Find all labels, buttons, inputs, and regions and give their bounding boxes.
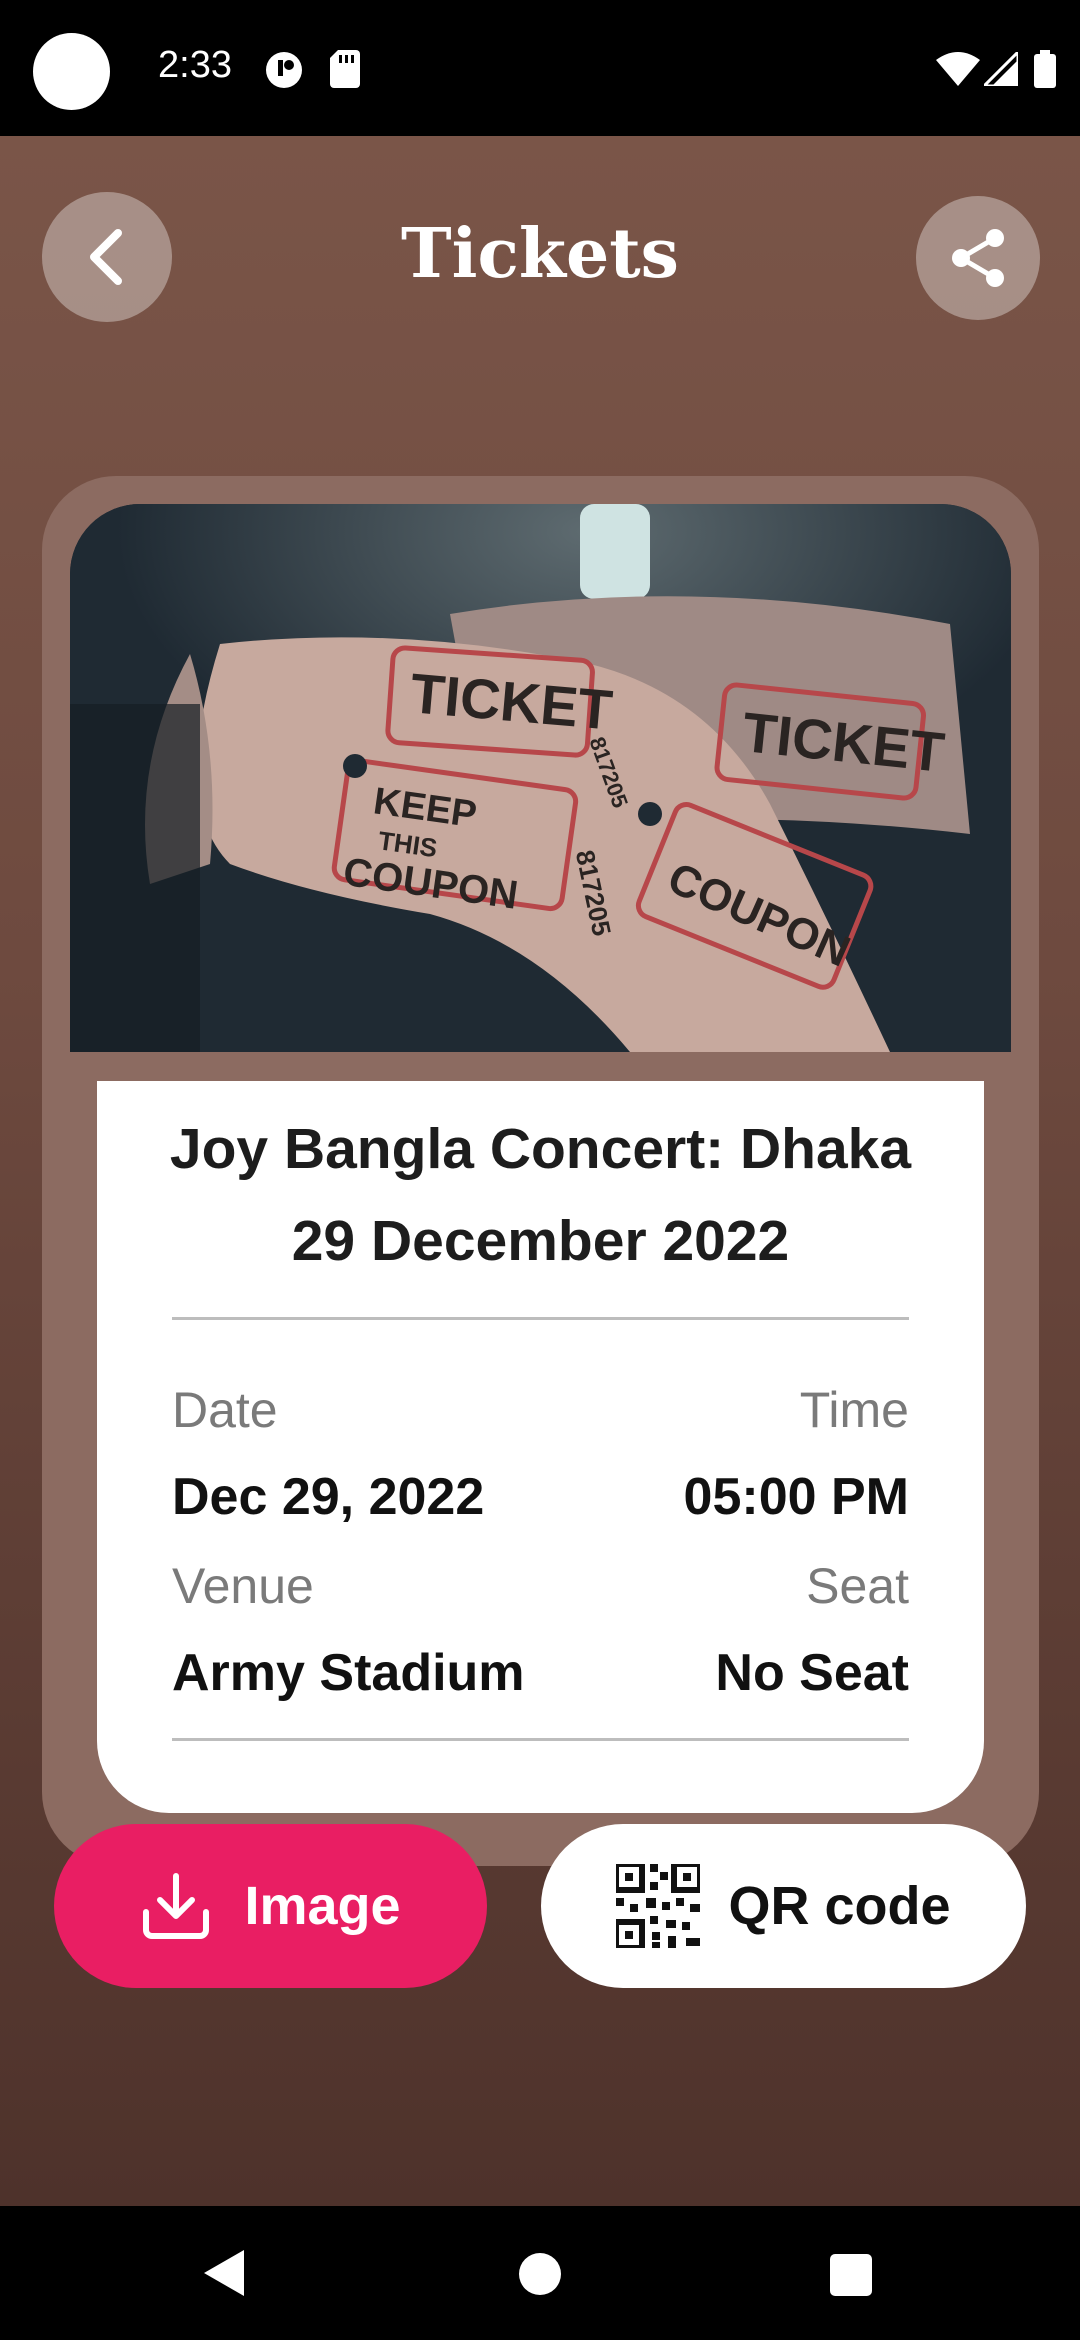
time-label: Time: [799, 1382, 909, 1438]
wifi-icon: [936, 52, 980, 91]
nav-back-icon[interactable]: [204, 2250, 246, 2296]
battery-icon: [1034, 50, 1056, 93]
date-value: Dec 29, 2022: [172, 1468, 485, 1526]
data-saver-icon: [264, 50, 304, 95]
nav-recents-icon[interactable]: [830, 2254, 872, 2296]
venue-label: Venue: [172, 1558, 314, 1614]
event-image: TICKET TICKET KEEP THIS COUPON COUPON 81…: [70, 504, 1011, 1052]
download-icon: [140, 1872, 212, 1940]
ticket-card: TICKET TICKET KEEP THIS COUPON COUPON 81…: [42, 476, 1039, 1866]
cell-signal-icon: [980, 48, 1020, 91]
camera-cutout: [33, 33, 110, 110]
seat-label: Seat: [806, 1558, 909, 1614]
divider-top: [172, 1317, 909, 1320]
phone-screen: 2:33 Tickets TICKET TICKET KEEP THIS COU…: [0, 0, 1080, 2340]
sd-card-icon: [330, 50, 360, 93]
event-date-title: 29 December 2022: [291, 1209, 790, 1273]
qr-code-icon: [616, 1864, 701, 1948]
event-details-card: Joy Bangla Concert: Dhaka 29 December 20…: [97, 1081, 984, 1813]
share-button[interactable]: [916, 196, 1040, 320]
venue-value: Army Stadium: [172, 1644, 525, 1702]
seat-value: No Seat: [715, 1644, 909, 1702]
date-label: Date: [172, 1382, 278, 1438]
download-image-button[interactable]: Image: [54, 1824, 487, 1988]
navigation-bar: [0, 2206, 1080, 2340]
divider-bottom: [172, 1738, 909, 1741]
status-bar: 2:33: [0, 0, 1080, 136]
qr-button-label: QR code: [728, 1876, 951, 1936]
share-icon: [949, 228, 1007, 288]
event-name: Joy Bangla Concert: Dhaka: [169, 1117, 912, 1181]
event-title: Joy Bangla Concert: Dhaka 29 December 20…: [97, 1103, 984, 1287]
time-value: 05:00 PM: [683, 1468, 909, 1526]
app-content: Tickets TICKET TICKET KEEP THIS COUPON C…: [0, 136, 1080, 2206]
nav-home-icon[interactable]: [518, 2252, 562, 2296]
image-button-label: Image: [244, 1876, 401, 1936]
status-time: 2:33: [158, 44, 232, 86]
qr-code-button[interactable]: QR code: [541, 1824, 1026, 1988]
